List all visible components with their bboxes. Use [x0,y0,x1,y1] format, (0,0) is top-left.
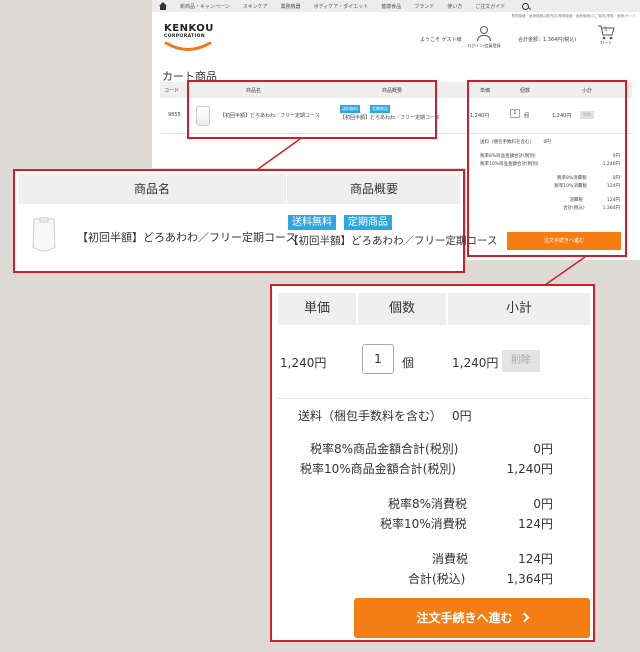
header-notice: 業務機器・医療機器は販売店(業務機器・医療機器)のご案内(業務・医療)サイト [511,14,636,18]
cart-label: カート [600,40,612,45]
zoom-product-panel: 商品名 商品概要 【初回半額】どろあわわ／フリー定期コース 送料無料 定期商品 … [13,169,497,273]
nav-item-howto[interactable]: 使い方 [447,3,462,10]
tax8-value: 0円 [533,497,553,511]
zoom-col-overview: 商品概要 [349,182,398,196]
nav-item-guide[interactable]: ご注文ガイド [475,3,505,10]
nav-item-brand[interactable]: ブランド [414,3,434,10]
zoom-tag-subscription: 定期商品 [344,215,392,230]
zoom-delete-button[interactable]: 削除 [502,350,540,372]
chevron-right-icon [519,612,529,623]
highlight-summary [467,80,627,257]
logo-line1: KENKOU [164,23,214,34]
zoom-tag-free-shipping: 送料無料 [288,215,336,230]
col-code: コード [164,88,180,94]
zoom-col-subtotal: 小計 [448,293,590,325]
login-label: ログイン/会員登録 [467,43,501,48]
zoom-qty-input[interactable]: 1 [362,344,394,374]
shipping-value: 0円 [452,409,472,423]
zoom-product-name[interactable]: 【初回半額】どろあわわ／フリー定期コース [77,229,296,245]
nav-item-skincare[interactable]: スキンケア [243,3,268,10]
cart-count-badge: 1 [604,26,608,33]
grand-total-value: 1,364円 [506,572,553,586]
zoom-col-qty: 個数 [358,293,446,325]
tax8-subtotal-label: 税率8%商品金額合計(税別) [310,442,459,456]
zoom-product-header: 商品名 商品概要 [18,174,460,204]
product-pouch-icon[interactable] [31,217,57,255]
brand-logo[interactable]: KENKOU CORPORATION [164,24,224,56]
cart-total: 合計金額：1,364円(税込) [518,37,577,43]
nav-item-health[interactable]: 健康食品 [381,3,401,10]
cart-button[interactable]: 1 カート [596,24,616,46]
zoom-unit-price: 1,240円 [280,356,327,370]
tax10-subtotal-label: 税率10%商品金額合計(税別) [300,462,457,476]
top-nav: 新商品・キャンペーン スキンケア 業務機器 ボディケア・ダイエット 健康食品 ブ… [152,0,640,12]
tax8-label: 税率8%消費税 [388,497,468,511]
logo-line2: CORPORATION [164,34,206,39]
tax10-value: 124円 [518,517,553,531]
row-code: 9855 [168,112,181,118]
highlight-product [187,80,437,139]
tax-total-value: 124円 [518,552,553,566]
grand-total-label: 合計(税込) [408,572,466,586]
home-icon[interactable] [158,2,168,10]
tax-total-label: 消費税 [432,552,469,566]
zoom-summary-header: 単価 個数 小計 [278,293,590,325]
zoom-qty-unit: 個 [402,356,415,370]
zoom-summary-panel: 単価 個数 小計 1,240円 1 個 1,240円 削除 送料（梱包手数料を含… [270,284,595,642]
zoom-col-unit-price: 単価 [278,293,356,325]
zoom-subtotal: 1,240円 [452,356,499,370]
zoom-col-product: 商品名 [18,174,287,204]
welcome-text: ようこそ ゲスト様 [420,37,462,43]
nav-item-business[interactable]: 業務機器 [281,3,301,10]
logo-arc-icon [164,42,212,51]
tax8-subtotal-value: 0円 [533,442,553,456]
login-button[interactable]: ログイン/会員登録 [464,26,504,49]
shipping-label: 送料（梱包手数料を含む） [298,409,443,423]
order-button-label: 注文手続きへ進む [416,611,513,625]
tax10-label: 税率10%消費税 [380,517,467,531]
nav-item-new[interactable]: 新商品・キャンペーン [180,3,230,10]
user-icon [480,26,488,34]
proceed-to-order-button[interactable]: 注文手続きへ進む [354,598,590,638]
tax10-subtotal-value: 1,240円 [506,462,553,476]
divider [278,398,590,399]
search-icon[interactable] [522,2,530,10]
nav-item-bodycare[interactable]: ボディケア・ダイエット [314,3,369,10]
zoom-overview-text: 【初回半額】どろあわわ／フリー定期コース [288,235,498,247]
